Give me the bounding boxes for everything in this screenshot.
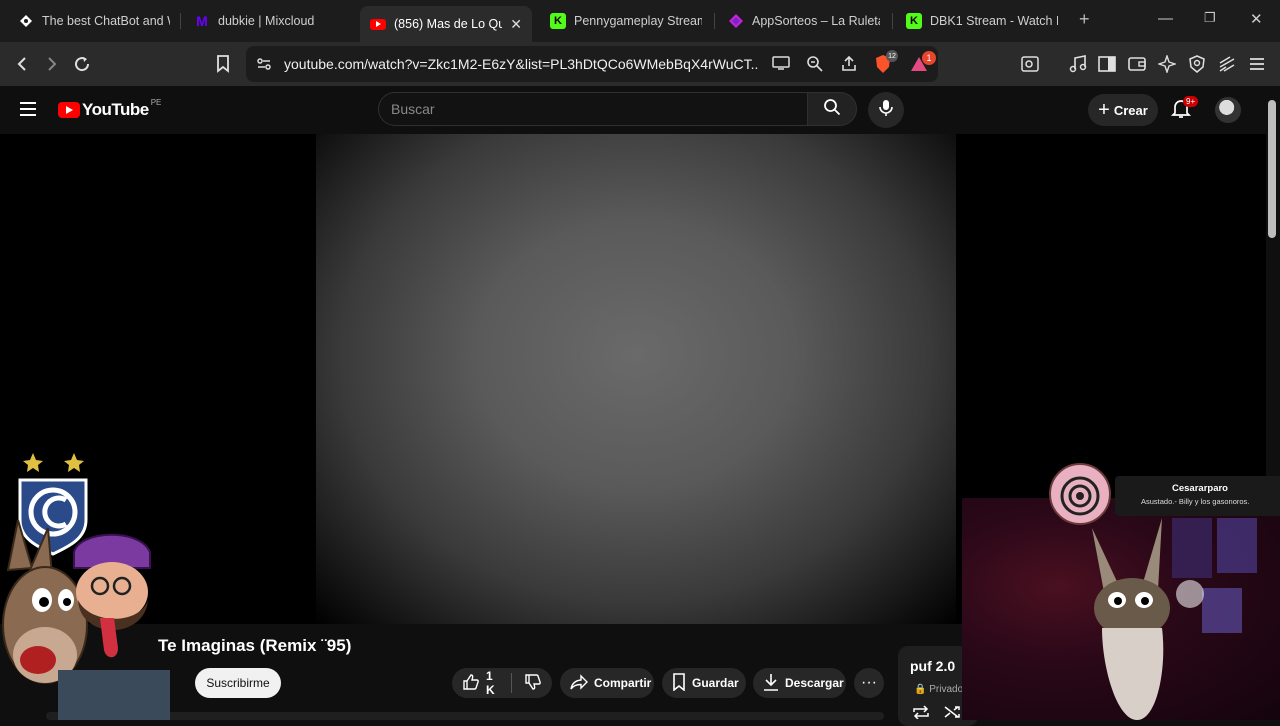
kick-icon: K [550,13,566,29]
browser-tab[interactable]: K DBK1 Stream - Watch Li [896,4,1068,38]
create-label: Crear [1113,102,1148,118]
share-icon [570,673,588,693]
search-input[interactable] [391,101,791,117]
search-box [378,92,808,126]
tab-title: DBK1 Stream - Watch Li [930,14,1058,28]
close-window-icon[interactable]: ✕ [1250,10,1263,28]
browser-tab[interactable]: M dubkie | Mixcloud [184,4,356,38]
like-dislike-group: 1 K [452,668,552,698]
back-icon[interactable] [10,52,34,76]
create-button[interactable]: + Crear [1088,94,1158,126]
tab-title: Pennygameplay Stream [574,14,702,28]
reload-icon[interactable] [70,52,94,76]
download-label: Descargar [785,676,844,690]
account-avatar[interactable] [1215,97,1241,123]
cast-icon[interactable] [772,55,790,74]
share-button[interactable]: Compartir [560,668,654,698]
tab-title: AppSorteos – La Ruleta [752,14,880,28]
logo-text: YouTube [82,100,149,119]
kick-icon: K [906,13,922,29]
streamer-webcam [962,498,1280,720]
video-frame[interactable] [316,134,956,624]
url-text: youtube.com/watch?v=Zkc1M2-E6zY&list=PL3… [284,56,759,72]
alert-song: Asustado.- Billy y los gasonoros. [1141,497,1250,506]
like-count[interactable]: 1 K [486,669,499,697]
shuffle-icon[interactable] [944,705,962,724]
browser-tab[interactable]: The best ChatBot and W [8,4,180,38]
shield-count-badge: 12 [886,50,898,62]
diamond-icon [18,13,34,29]
browser-tab[interactable]: K Pennygameplay Stream [540,4,712,38]
tab-divider [180,13,181,29]
hamburger-menu-icon[interactable] [18,100,38,123]
playlist-privacy: 🔒 Privado [914,684,964,695]
site-settings-icon[interactable] [256,56,272,77]
share-label: Compartir [594,676,652,690]
appsorteos-icon [728,13,744,29]
leo-ai-icon[interactable] [1155,52,1179,76]
tab-title: The best ChatBot and W [42,14,170,28]
sidebar-icon[interactable] [1095,52,1119,76]
alert-username: Cesararparo [1172,483,1228,494]
rewards-badge: 1 [922,51,936,65]
plus-icon: + [1098,99,1110,121]
address-bar[interactable]: youtube.com/watch?v=Zkc1M2-E6zY&list=PL3… [246,46,938,82]
tab-title: dubkie | Mixcloud [218,14,315,28]
save-label: Guardar [692,676,739,690]
voice-search-button[interactable] [868,92,904,128]
like-icon[interactable] [462,673,480,694]
save-button[interactable]: Guardar [662,668,746,698]
search-button[interactable] [807,92,857,126]
tab-title: (856) Mas de Lo Qu [394,17,503,31]
browser-tab[interactable]: AppSorteos – La Ruleta [718,4,890,38]
minimize-icon[interactable]: — [1158,10,1173,27]
restore-icon[interactable]: ❐ [1204,10,1216,26]
bookmark-save-icon [672,672,686,694]
download-button[interactable]: Descargar [753,668,846,698]
microphone-icon [879,99,893,122]
search-icon [823,98,841,121]
playlist-title[interactable]: puf 2.0 [910,658,955,674]
browser-tab-active[interactable]: (856) Mas de Lo Qu ✕ [360,6,532,42]
country-code: PE [150,98,162,107]
notifications-badge: 9+ [1183,96,1199,107]
browser-tab-strip: The best ChatBot and W M dubkie | Mixclo… [0,0,1280,42]
zoom-icon[interactable] [806,55,824,78]
alert-avatar-icon [1040,460,1120,530]
extensions-icon[interactable] [1215,52,1239,76]
tab-divider [714,13,715,29]
music-icon[interactable] [1066,52,1090,76]
close-tab-icon[interactable]: ✕ [502,16,522,33]
new-tab-button[interactable]: + [1079,9,1090,30]
like-divider [511,673,512,693]
reader-mode-icon[interactable] [1018,52,1042,76]
youtube-icon [370,18,386,30]
youtube-play-icon [58,102,80,118]
dislike-icon[interactable] [524,673,542,694]
browser-toolbar: youtube.com/watch?v=Zkc1M2-E6zY&list=PL3… [0,42,1280,86]
video-title: Te Imaginas (Remix ¨95) [158,636,352,655]
lock-icon: 🔒 [914,684,927,695]
webcam-donkey-mask-icon [1092,518,1257,720]
stream-alert-box [1115,476,1280,516]
youtube-logo[interactable]: YouTube PE [58,98,162,120]
download-icon [763,673,779,694]
forward-icon[interactable] [40,52,64,76]
mascot-illustration-icon [2,453,170,720]
share-page-icon[interactable] [840,55,858,78]
wallet-icon[interactable] [1125,52,1149,76]
bookmark-icon[interactable] [211,52,235,76]
mixcloud-icon: M [196,13,208,29]
more-actions-button[interactable]: ··· [854,668,884,698]
streamer-mascot-overlay [0,450,175,720]
tab-divider [892,13,893,29]
menu-icon[interactable] [1245,52,1269,76]
loop-icon[interactable] [912,705,930,724]
vpn-icon[interactable] [1185,52,1209,76]
subscribe-button[interactable]: Suscribirme [195,668,281,698]
scrollbar-thumb[interactable] [1268,100,1276,238]
